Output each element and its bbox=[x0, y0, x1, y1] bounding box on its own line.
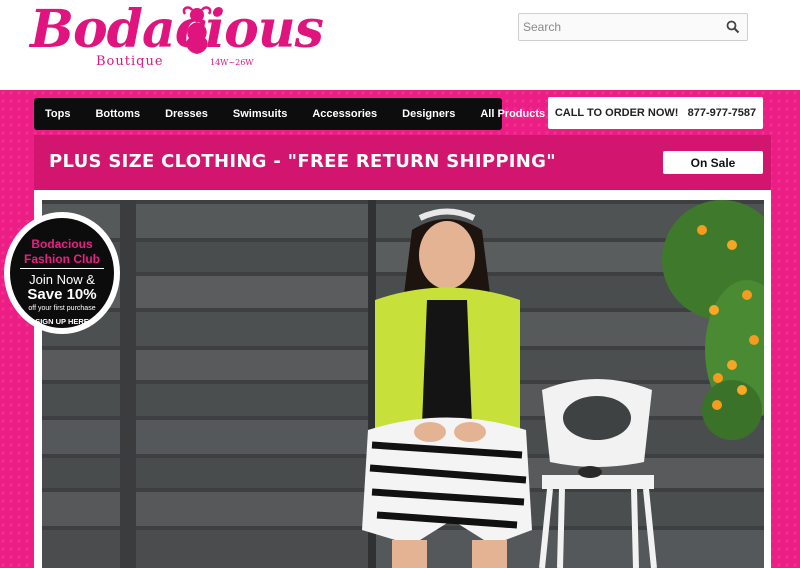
search-box bbox=[518, 13, 748, 41]
on-sale-button[interactable]: On Sale bbox=[663, 151, 763, 174]
nav-item-bottoms[interactable]: Bottoms bbox=[95, 108, 140, 120]
banner-title: PLUS SIZE CLOTHING - "FREE RETURN SHIPPI… bbox=[49, 151, 556, 172]
club-title-line2: Fashion Club bbox=[24, 252, 100, 266]
nav-item-tops[interactable]: Tops bbox=[45, 108, 70, 120]
fashion-club-badge-inner: Bodacious Fashion Club Join Now & Save 1… bbox=[10, 218, 114, 328]
logo-wordmark: Bodacious bbox=[30, 0, 324, 60]
nav-item-accessories[interactable]: Accessories bbox=[312, 108, 377, 120]
site-header: Bodacious Boutique 14W~26W bbox=[0, 0, 800, 90]
nav-item-dresses[interactable]: Dresses bbox=[165, 108, 208, 120]
promo-banner: PLUS SIZE CLOTHING - "FREE RETURN SHIPPI… bbox=[34, 135, 771, 190]
club-divider bbox=[20, 268, 104, 269]
main-nav: Tops Bottoms Dresses Swimsuits Accessori… bbox=[34, 98, 545, 130]
club-title-line1: Bodacious bbox=[31, 237, 93, 251]
logo-size-range: 14W~26W bbox=[210, 58, 254, 67]
hero-image[interactable] bbox=[42, 200, 764, 568]
clutch-bag bbox=[578, 466, 602, 478]
club-save-text: Save 10% bbox=[27, 286, 97, 303]
site-logo[interactable]: Bodacious Boutique 14W~26W bbox=[30, 4, 324, 82]
call-to-order-box: CALL TO ORDER NOW! 877-977-7587 bbox=[548, 97, 763, 129]
fashion-club-badge[interactable]: Bodacious Fashion Club Join Now & Save 1… bbox=[4, 212, 120, 334]
call-to-order-text: CALL TO ORDER NOW! 877-977-7587 bbox=[554, 107, 757, 119]
search-icon[interactable] bbox=[726, 20, 740, 34]
search-input[interactable] bbox=[519, 14, 715, 40]
nav-item-all-products[interactable]: All Products bbox=[480, 108, 545, 120]
lady-silhouette-icon bbox=[182, 6, 212, 54]
club-offer-text: off your first purchase bbox=[28, 305, 96, 312]
nav-item-swimsuits[interactable]: Swimsuits bbox=[233, 108, 287, 120]
hero-photo bbox=[42, 200, 764, 568]
club-sign-up-link[interactable]: SIGN UP HERE bbox=[10, 317, 114, 326]
nav-item-designers[interactable]: Designers bbox=[402, 108, 455, 120]
club-join-text: Join Now & bbox=[29, 272, 95, 287]
logo-subtitle: Boutique bbox=[96, 54, 164, 69]
